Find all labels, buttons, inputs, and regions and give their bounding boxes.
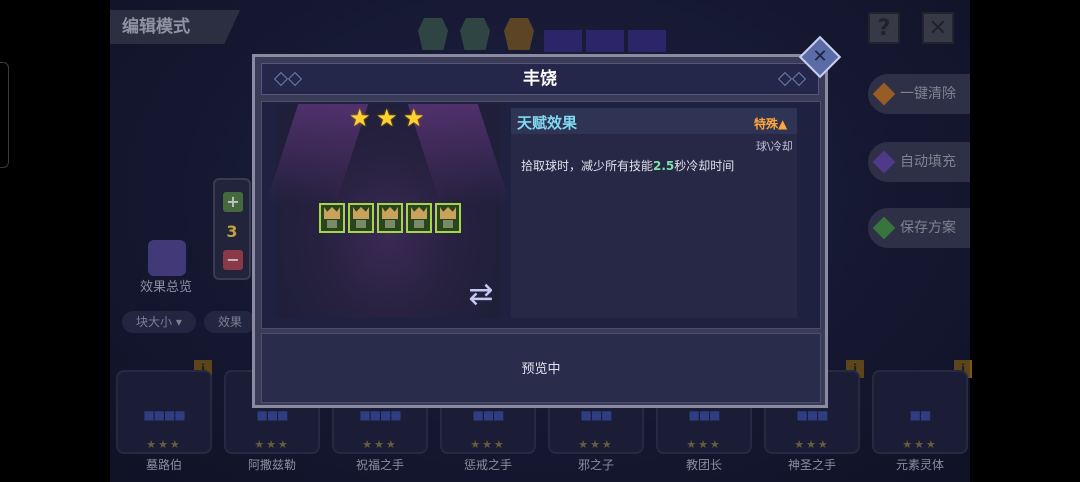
talent-type-tag[interactable]: 特殊▲: [754, 115, 787, 132]
unit-icon: [319, 203, 345, 233]
talent-title: 天赋效果: [517, 114, 578, 132]
unit-icon: [377, 203, 403, 233]
star-icon: ★: [376, 104, 398, 132]
modal-title: 丰饶: [523, 69, 557, 89]
modal-footer: 预览中: [261, 333, 821, 403]
talent-panel: [511, 108, 797, 318]
talent-subtag: 球\冷却: [756, 140, 793, 153]
preview-status: 预览中: [521, 362, 561, 377]
unit-icon: [435, 203, 461, 233]
unit-icon: [406, 203, 432, 233]
star-icon: ★: [403, 104, 425, 132]
talent-description: 拾取球时，减少所有技能2.5秒冷却时间: [521, 159, 735, 173]
star-icon: ★: [349, 104, 371, 132]
screen-edge-tab: [0, 62, 9, 168]
unit-icon: [348, 203, 374, 233]
modal-header: 丰饶: [261, 63, 819, 95]
swap-icon[interactable]: ⇄: [462, 276, 500, 314]
close-x-glyph[interactable]: ✕: [805, 42, 835, 72]
